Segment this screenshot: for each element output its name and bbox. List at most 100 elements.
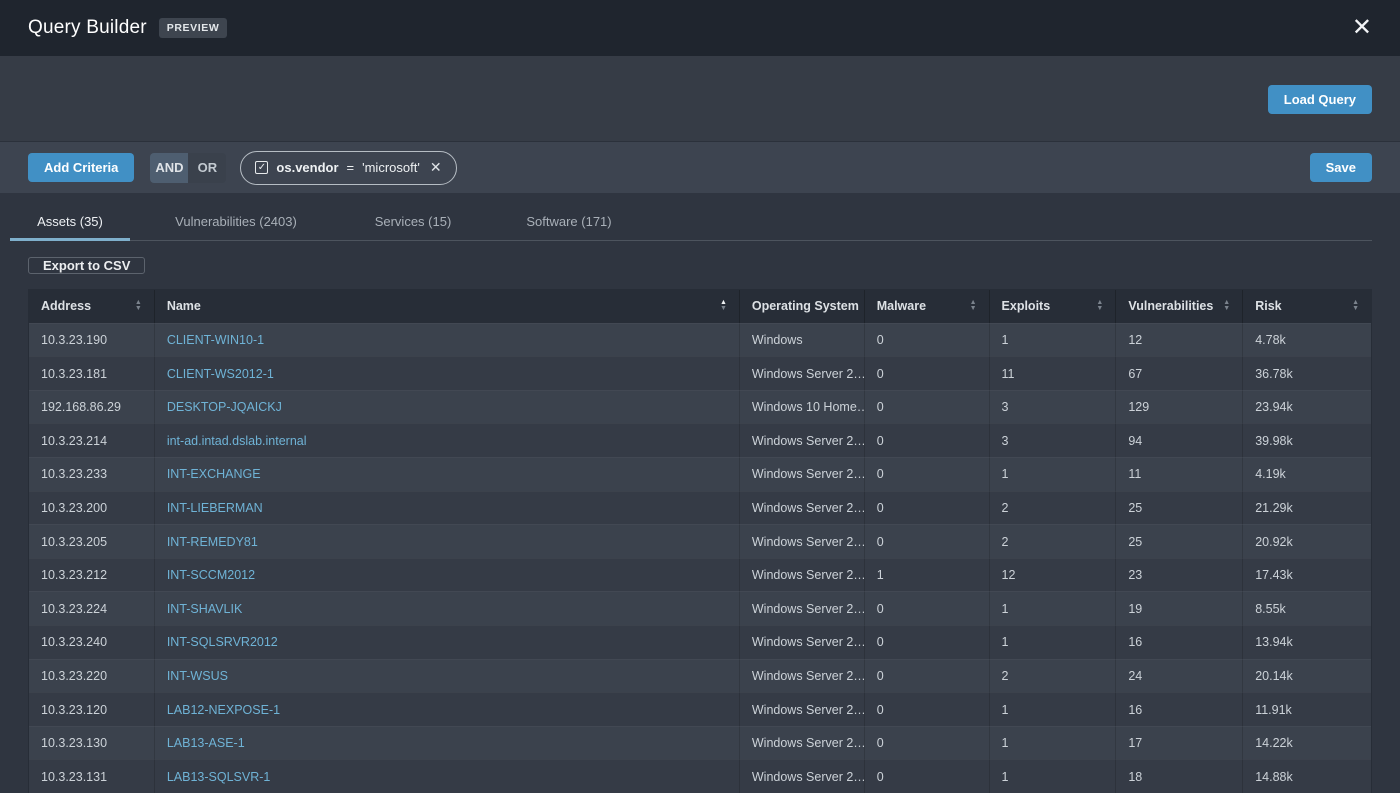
asset-name-link[interactable]: CLIENT-WS2012-1 bbox=[167, 367, 274, 381]
asset-name-link[interactable]: CLIENT-WIN10-1 bbox=[167, 333, 264, 347]
column-header-vulnerabilities[interactable]: Vulnerabilities ▲▼ bbox=[1116, 290, 1243, 323]
cell-vulnerabilities: 67 bbox=[1116, 356, 1243, 390]
cell-malware: 0 bbox=[865, 759, 990, 793]
asset-name-link[interactable]: INT-SHAVLIK bbox=[167, 602, 242, 616]
cell-address: 10.3.23.233 bbox=[29, 457, 155, 491]
result-tabs: Assets (35)Vulnerabilities (2403)Service… bbox=[10, 205, 1372, 241]
sort-arrows-icon[interactable]: ▲▼ bbox=[720, 300, 727, 312]
cell-operating-system: Windows Server 2… bbox=[740, 457, 865, 491]
load-query-button[interactable]: Load Query bbox=[1268, 85, 1372, 114]
cell-address: 10.3.23.240 bbox=[29, 625, 155, 659]
cell-vulnerabilities: 24 bbox=[1116, 659, 1243, 693]
cell-name: INT-SQLSRVR2012 bbox=[155, 625, 740, 659]
cell-name: LAB13-SQLSVR-1 bbox=[155, 759, 740, 793]
cell-operating-system: Windows Server 2… bbox=[740, 423, 865, 457]
table-row: 10.3.23.205 INT-REMEDY81 Windows Server 2…… bbox=[29, 524, 1371, 558]
cell-malware: 0 bbox=[865, 356, 990, 390]
cell-address: 10.3.23.214 bbox=[29, 423, 155, 457]
column-header-risk[interactable]: Risk▲▼ bbox=[1243, 290, 1371, 323]
cell-risk: 4.78k bbox=[1243, 323, 1371, 357]
cell-exploits: 3 bbox=[990, 423, 1117, 457]
cell-address: 10.3.23.220 bbox=[29, 659, 155, 693]
cell-risk: 23.94k bbox=[1243, 390, 1371, 424]
asset-name-link[interactable]: DESKTOP-JQAICKJ bbox=[167, 400, 282, 414]
column-header-exploits[interactable]: Exploits▲▼ bbox=[990, 290, 1117, 323]
cell-exploits: 1 bbox=[990, 591, 1117, 625]
cell-operating-system: Windows Server 2… bbox=[740, 491, 865, 525]
column-header-operating-system[interactable]: Operating System▲▼ bbox=[740, 290, 865, 323]
or-toggle-option[interactable]: OR bbox=[188, 153, 226, 183]
tab-vulnerabilities[interactable]: Vulnerabilities (2403) bbox=[130, 205, 342, 241]
column-label: Vulnerabilities bbox=[1128, 299, 1213, 313]
and-toggle-option[interactable]: AND bbox=[150, 153, 188, 183]
column-header-name[interactable]: Name ▲▼ bbox=[155, 290, 740, 323]
cell-name: CLIENT-WIN10-1 bbox=[155, 323, 740, 357]
asset-name-link[interactable]: INT-LIEBERMAN bbox=[167, 501, 263, 515]
cell-exploits: 12 bbox=[990, 558, 1117, 592]
asset-name-link[interactable]: LAB12-NEXPOSE-1 bbox=[167, 703, 280, 717]
export-to-csv-button[interactable]: Export to CSV bbox=[28, 257, 145, 274]
cell-malware: 0 bbox=[865, 591, 990, 625]
cell-address: 192.168.86.29 bbox=[29, 390, 155, 424]
cell-exploits: 2 bbox=[990, 524, 1117, 558]
cell-risk: 4.19k bbox=[1243, 457, 1371, 491]
table-row: 10.3.23.190CLIENT-WIN10-1Windows01124.78… bbox=[29, 323, 1371, 357]
column-header-malware[interactable]: Malware ▲▼ bbox=[865, 290, 990, 323]
tab-assets[interactable]: Assets (35) bbox=[10, 205, 130, 241]
asset-name-link[interactable]: INT-WSUS bbox=[167, 669, 228, 683]
asset-name-link[interactable]: INT-EXCHANGE bbox=[167, 467, 261, 481]
sort-arrows-icon[interactable]: ▲▼ bbox=[970, 300, 977, 312]
cell-name: INT-SHAVLIK bbox=[155, 591, 740, 625]
title-bar: Query Builder PREVIEW ✕ bbox=[0, 0, 1400, 56]
cell-exploits: 1 bbox=[990, 726, 1117, 760]
cell-exploits: 1 bbox=[990, 625, 1117, 659]
cell-operating-system: Windows Server 2… bbox=[740, 558, 865, 592]
cell-exploits: 2 bbox=[990, 659, 1117, 693]
cell-malware: 0 bbox=[865, 423, 990, 457]
tab-services[interactable]: Services (15) bbox=[342, 205, 484, 241]
cell-operating-system: Windows bbox=[740, 323, 865, 357]
cell-risk: 14.88k bbox=[1243, 759, 1371, 793]
save-button[interactable]: Save bbox=[1310, 153, 1372, 182]
column-label: Name bbox=[167, 299, 201, 313]
asset-name-link[interactable]: INT-SQLSRVR2012 bbox=[167, 635, 278, 649]
cell-name: DESKTOP-JQAICKJ bbox=[155, 390, 740, 424]
cell-operating-system: Windows Server 2… bbox=[740, 659, 865, 693]
tab-software[interactable]: Software (171) bbox=[484, 205, 654, 241]
table-row: 10.3.23.233 INT-EXCHANGE Windows Server 2…… bbox=[29, 457, 1371, 491]
cell-risk: 36.78k bbox=[1243, 356, 1371, 390]
sort-arrows-icon[interactable]: ▲▼ bbox=[135, 300, 142, 312]
cell-vulnerabilities: 16 bbox=[1116, 692, 1243, 726]
criteria-toolbar: Add Criteria AND OR ✓ os.vendor = 'micro… bbox=[0, 141, 1400, 193]
cell-malware: 0 bbox=[865, 457, 990, 491]
add-criteria-button[interactable]: Add Criteria bbox=[28, 153, 134, 182]
sort-arrows-icon[interactable]: ▲▼ bbox=[1223, 300, 1230, 312]
cell-address: 10.3.23.205 bbox=[29, 524, 155, 558]
table-row: 10.3.23.131LAB13-SQLSVR-1Windows Server … bbox=[29, 759, 1371, 793]
cell-operating-system: Windows Server 2… bbox=[740, 524, 865, 558]
cell-malware: 0 bbox=[865, 491, 990, 525]
cell-vulnerabilities: 129 bbox=[1116, 390, 1243, 424]
column-header-address[interactable]: Address▲▼ bbox=[29, 290, 155, 323]
asset-name-link[interactable]: int-ad.intad.dslab.internal bbox=[167, 434, 307, 448]
cell-risk: 21.29k bbox=[1243, 491, 1371, 525]
cell-address: 10.3.23.130 bbox=[29, 726, 155, 760]
cell-risk: 20.92k bbox=[1243, 524, 1371, 558]
remove-criteria-icon[interactable]: ✕ bbox=[430, 159, 442, 176]
asset-name-link[interactable]: LAB13-ASE-1 bbox=[167, 736, 245, 750]
asset-name-link[interactable]: INT-REMEDY81 bbox=[167, 535, 258, 549]
cell-address: 10.3.23.120 bbox=[29, 692, 155, 726]
asset-name-link[interactable]: LAB13-SQLSVR-1 bbox=[167, 770, 271, 784]
column-label: Malware bbox=[877, 299, 926, 313]
cell-malware: 0 bbox=[865, 659, 990, 693]
cell-malware: 0 bbox=[865, 726, 990, 760]
assets-table: Address▲▼Name▲▼Operating System▲▼Malware… bbox=[28, 289, 1372, 793]
cell-address: 10.3.23.200 bbox=[29, 491, 155, 525]
sort-arrows-icon[interactable]: ▲▼ bbox=[1096, 300, 1103, 312]
cell-address: 10.3.23.212 bbox=[29, 558, 155, 592]
asset-name-link[interactable]: INT-SCCM2012 bbox=[167, 568, 255, 582]
criteria-chip[interactable]: ✓ os.vendor = 'microsoft' ✕ bbox=[240, 151, 456, 185]
close-icon[interactable]: ✕ bbox=[1352, 16, 1372, 40]
sort-arrows-icon[interactable]: ▲▼ bbox=[1352, 300, 1359, 312]
checkbox-checked-icon[interactable]: ✓ bbox=[255, 161, 268, 174]
